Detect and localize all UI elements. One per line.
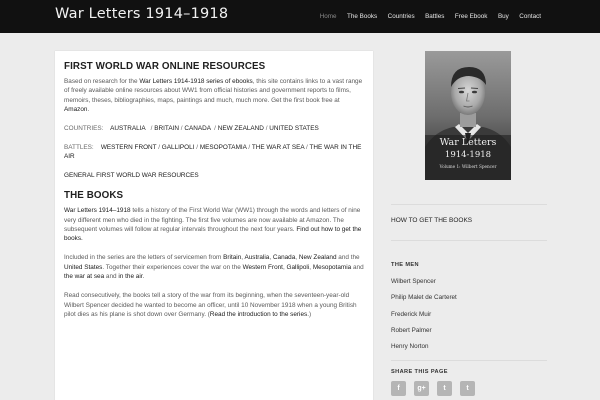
amazon-link[interactable]: Amazon xyxy=(64,106,87,113)
separator: / xyxy=(150,125,153,133)
and-text: and xyxy=(104,273,119,281)
sidebar: War Letters 1914-1918 Volume 1: Wilbert … xyxy=(391,51,547,397)
separator: / xyxy=(158,144,161,152)
resources-heading: FIRST WORLD WAR ONLINE RESOURCES xyxy=(64,61,266,72)
men-link-philip-malet-de-carteret[interactable]: Philip Malet de Carteret xyxy=(391,294,457,301)
war-letters-link[interactable]: War Letters 1914–1918 xyxy=(64,207,131,214)
the-men-heading: THE MEN xyxy=(391,262,419,268)
battle-link-western-front[interactable]: WESTERN FRONT xyxy=(101,144,157,151)
books-heading: THE BOOKS xyxy=(64,190,124,202)
cover-title: War Letters xyxy=(439,137,497,148)
sidebar-divider xyxy=(391,240,547,241)
gallipoli-link[interactable]: Gallipoli xyxy=(287,264,310,271)
country-link-new-zealand[interactable]: NEW ZEALAND xyxy=(218,125,264,132)
country-link-australia[interactable]: AUSTRALIA xyxy=(110,125,145,132)
period: . xyxy=(142,273,145,281)
in-the-air-link[interactable]: in the air xyxy=(118,273,142,280)
books-paragraph-3: Read consecutively, the books tell a sto… xyxy=(64,291,364,319)
books-paragraph-2: Included in the series are the letters o… xyxy=(64,253,364,281)
and-text: and the xyxy=(336,254,360,262)
books-p3-end: .) xyxy=(307,310,312,318)
main-nav: Home The Books Countries Battles Free Eb… xyxy=(309,0,541,33)
men-list: Wilbert Spencer Philip Malet de Carteret… xyxy=(391,277,547,358)
sidebar-divider xyxy=(391,360,547,362)
books-p2-mid: . Together their experiences cover the w… xyxy=(102,263,243,271)
men-link-wilbert-spencer[interactable]: Wilbert Spencer xyxy=(391,278,436,285)
read-introduction-link[interactable]: Read the introduction to the series xyxy=(210,311,307,318)
books-p2-text: Included in the series are the letters o… xyxy=(64,254,224,262)
battles-line: BATTLES: WESTERN FRONT / GALLIPOLI / MES… xyxy=(64,143,364,162)
battles-label: BATTLES: xyxy=(64,144,94,152)
battle-link-gallipoli[interactable]: GALLIPOLI xyxy=(162,144,195,151)
how-to-get-books-link[interactable]: HOW TO GET THE BOOKS xyxy=(391,217,547,224)
general-resources-link[interactable]: GENERAL FIRST WORLD WAR RESOURCES xyxy=(64,172,199,179)
separator: / xyxy=(180,125,183,133)
and-text: and xyxy=(351,263,364,271)
countries-label: COUNTRIES: xyxy=(64,125,104,133)
book-cover-image[interactable]: War Letters 1914-1918 Volume 1: Wilbert … xyxy=(425,51,511,180)
separator: / xyxy=(306,144,308,152)
intro-paragraph: Based on research for the War Letters 19… xyxy=(64,77,364,115)
intro-text: Based on research for the xyxy=(64,78,140,85)
men-list-item[interactable]: Frederick Muir xyxy=(391,310,547,326)
top-bar: War Letters 1914–1918 Home The Books Cou… xyxy=(0,0,600,33)
western-front-link[interactable]: Western Front xyxy=(243,264,283,271)
nav-free-ebook[interactable]: Free Ebook xyxy=(455,13,488,20)
intro-text-end: . xyxy=(87,106,90,114)
men-link-frederick-muir[interactable]: Frederick Muir xyxy=(391,311,431,318)
series-ebooks-link[interactable]: War Letters 1914-1918 series of ebooks xyxy=(139,78,252,85)
britain-link[interactable]: Britain xyxy=(223,254,241,261)
article-content: FIRST WORLD WAR ONLINE RESOURCES Based o… xyxy=(55,51,373,319)
separator: / xyxy=(196,144,199,152)
separator: / xyxy=(265,125,268,133)
battle-link-mesopotamia[interactable]: MESOPOTAMIA xyxy=(200,144,247,151)
tumblr-icon[interactable]: t xyxy=(437,381,452,397)
sidebar-divider xyxy=(391,204,547,205)
countries-line: COUNTRIES: AUSTRALIA / BRITAIN / CANADA … xyxy=(64,124,364,133)
united-states-link[interactable]: United States xyxy=(64,264,102,271)
separator: / xyxy=(248,144,251,152)
nav-buy[interactable]: Buy xyxy=(498,13,509,20)
soldier-portrait-image xyxy=(425,51,511,180)
men-link-robert-palmer[interactable]: Robert Palmer xyxy=(391,327,432,334)
books-paragraph-1: War Letters 1914–1918 tells a history of… xyxy=(64,206,364,244)
twitter-icon[interactable]: t xyxy=(460,381,475,397)
country-link-united-states[interactable]: UNITED STATES xyxy=(269,125,318,132)
mesopotamia-link[interactable]: Mesopotamia xyxy=(313,264,351,271)
men-list-item[interactable]: Henry Norton xyxy=(391,342,547,358)
men-link-henry-norton[interactable]: Henry Norton xyxy=(391,343,428,350)
country-link-britain[interactable]: BRITAIN xyxy=(154,125,179,132)
nav-battles[interactable]: Battles xyxy=(425,13,444,20)
country-link-canada[interactable]: CANADA xyxy=(184,125,210,132)
cover-subtitle: Volume 1: Wilbert Spencer xyxy=(439,164,497,169)
battle-link-war-at-sea[interactable]: THE WAR AT SEA xyxy=(252,144,304,151)
share-buttons: f g+ t t xyxy=(391,381,547,397)
content-card: FIRST WORLD WAR ONLINE RESOURCES Based o… xyxy=(55,51,373,400)
men-list-item[interactable]: Philip Malet de Carteret xyxy=(391,293,547,309)
men-list-item[interactable]: Robert Palmer xyxy=(391,326,547,342)
war-at-sea-link[interactable]: the war at sea xyxy=(64,273,104,280)
share-heading: SHARE THIS PAGE xyxy=(391,369,448,376)
nav-home[interactable]: Home xyxy=(320,13,337,20)
nav-contact[interactable]: Contact xyxy=(519,13,541,20)
google-plus-icon[interactable]: g+ xyxy=(414,381,429,397)
cover-years: 1914-1918 xyxy=(444,150,492,160)
nav-countries[interactable]: Countries xyxy=(388,13,415,20)
men-list-item[interactable]: Wilbert Spencer xyxy=(391,277,547,293)
general-resources-line: GENERAL FIRST WORLD WAR RESOURCES xyxy=(64,171,364,180)
site-title[interactable]: War Letters 1914–1918 xyxy=(55,6,228,22)
canada-link[interactable]: Canada xyxy=(273,254,295,261)
separator: / xyxy=(214,125,216,133)
new-zealand-link[interactable]: New Zealand xyxy=(299,254,337,261)
facebook-icon[interactable]: f xyxy=(391,381,406,397)
nav-the-books[interactable]: The Books xyxy=(347,13,377,20)
australia-link[interactable]: Australia xyxy=(244,254,269,261)
